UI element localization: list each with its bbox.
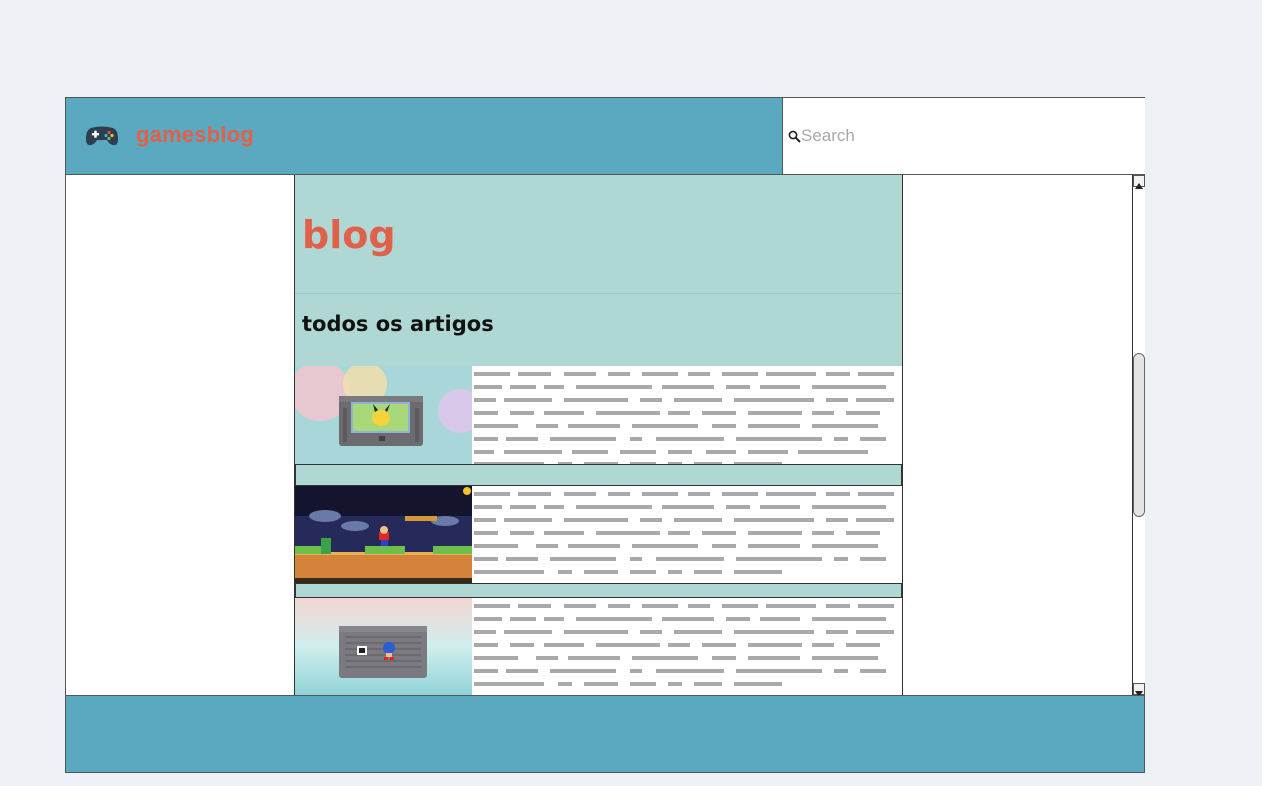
article-divider — [295, 583, 902, 598]
blog-header: blog — [295, 175, 902, 294]
search-input[interactable] — [801, 125, 1131, 147]
article-card[interactable] — [295, 486, 902, 584]
article-divider — [295, 464, 902, 486]
scrollbar-thumb[interactable] — [1133, 353, 1145, 517]
brand-logo-text[interactable]: gamesblog — [136, 122, 254, 148]
article-text-placeholder — [474, 492, 894, 574]
blog-column: blog todos os artigos — [294, 175, 903, 696]
search-box — [783, 98, 1145, 175]
section-header: todos os artigos — [295, 294, 902, 366]
pikachu-cartridge-image — [295, 366, 472, 464]
arrow-up-icon — [1135, 183, 1143, 189]
article-text-placeholder — [474, 604, 894, 686]
vertical-scrollbar[interactable] — [1132, 175, 1145, 697]
header-bar: gamesblog — [66, 98, 783, 175]
page-title: blog — [302, 213, 396, 257]
article-text-placeholder — [474, 372, 894, 464]
article-card[interactable] — [295, 366, 902, 464]
scroll-up-button[interactable] — [1133, 175, 1145, 189]
main-content: blog todos os artigos — [66, 175, 1144, 696]
sonic-cartridge-image — [295, 598, 472, 696]
app-frame: gamesblog blog todos os artigos — [65, 97, 1145, 773]
footer-bar — [66, 695, 1144, 772]
scroll-down-button[interactable] — [1133, 683, 1145, 697]
section-title: todos os artigos — [302, 312, 494, 336]
article-card[interactable] — [295, 598, 902, 696]
search-icon — [788, 130, 801, 143]
mario-game-screenshot-image — [295, 486, 472, 584]
gamepad-icon — [86, 126, 118, 146]
